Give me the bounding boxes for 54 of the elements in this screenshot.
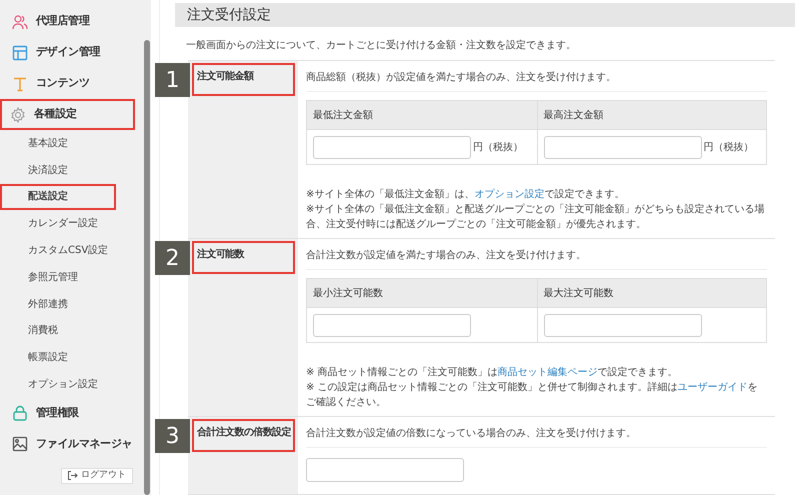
nav-subitem[interactable]: カスタムCSV設定	[0, 237, 143, 264]
note-link[interactable]: ユーザーガイド	[678, 382, 748, 393]
nav-subitem[interactable]: カレンダー設定	[0, 210, 143, 238]
nav-item[interactable]: コンテンツ	[4, 68, 139, 99]
field-label: 注文可能金額	[192, 63, 295, 96]
field-label: 注文可能数	[192, 241, 295, 274]
nav-item[interactable]: 代理店管理	[4, 6, 139, 37]
step-number-badge: 2	[155, 241, 190, 275]
nav-subitem[interactable]: オプション設定	[0, 371, 143, 398]
nav-subitem[interactable]: 消費税	[0, 318, 143, 344]
unit-label: 円（税抜）	[473, 140, 523, 154]
field-description: 合計注文数が設定値の倍数になっている場合のみ、注文を受け付けます。	[306, 426, 767, 448]
field-description: 合計注文数が設定値を満たす場合のみ、注文を受け付けます。	[306, 248, 767, 270]
note-text: ※サイト全体の「最低注文金額」と配送グループごとの「注文可能金額」がどちらも設定されている場合、注文受付時には配送グループごとの「注文可能金額」が優先されます。	[306, 202, 766, 232]
note-text: ※ この設定は商品セット情報ごとの「注文可能数」と併せて制御されます。詳細はユーザーガイド をご確認ください。	[306, 380, 759, 410]
field-description: 商品総額（税抜）が設定値を満たす場合のみ、注文を受け付けます。	[306, 70, 767, 92]
note-link[interactable]: 商品セット編集ページ	[498, 367, 598, 378]
page-title: 注文受付設定	[187, 6, 271, 24]
note-text: ※サイト全体の「最低注文金額」は、オプション設定で設定できます。	[306, 188, 626, 202]
input-field[interactable]	[306, 458, 464, 482]
column-header: 最大注文可能数	[536, 279, 766, 307]
page-description: 一般画面からの注文について、カートごとに受け付ける金額・注文数を設定できます。	[186, 38, 577, 53]
nav-subitem[interactable]: 配送設定	[0, 184, 116, 210]
text-icon	[12, 76, 28, 92]
nav-subitem[interactable]: 外部連携	[0, 290, 143, 318]
column-header: 最低注文金額	[307, 101, 536, 129]
nav-subitem[interactable]: 帳票設定	[0, 344, 143, 372]
input-field[interactable]	[544, 314, 702, 336]
nav-item[interactable]: ファイルマネージャ	[4, 428, 139, 460]
nav-subitem[interactable]: 基本設定	[0, 130, 143, 157]
logout-icon	[68, 471, 78, 480]
logout-button[interactable]: ログアウト	[61, 468, 133, 484]
image-icon	[12, 436, 28, 452]
column-header: 最高注文金額	[536, 101, 766, 129]
note-text: ※ 商品セット情報ごとの「注文可能数」は商品セット編集ページで設定できます。	[306, 366, 679, 380]
nav-item[interactable]: 管理権限	[4, 398, 139, 429]
field-label: 合計注文数の倍数設定	[192, 419, 295, 452]
gear-icon	[10, 106, 26, 122]
layout-icon	[12, 44, 28, 60]
users-icon	[12, 14, 28, 30]
nav-subitem[interactable]: 参照元管理	[0, 264, 143, 291]
unit-label: 円（税抜）	[704, 140, 754, 154]
lock-icon	[12, 405, 28, 422]
step-number-badge: 3	[155, 419, 190, 453]
nav-subitem[interactable]: 決済設定	[0, 156, 143, 184]
input-field[interactable]	[544, 136, 702, 158]
column-header: 最小注文可能数	[307, 279, 536, 307]
input-field[interactable]	[313, 136, 471, 158]
note-link[interactable]: オプション設定	[474, 189, 544, 200]
scrollbar-thumb[interactable]	[144, 40, 150, 495]
nav-item[interactable]: 各種設定	[0, 99, 135, 130]
input-field[interactable]	[313, 314, 471, 336]
nav-item[interactable]: デザイン管理	[4, 37, 139, 68]
step-number-badge: 1	[155, 63, 190, 97]
